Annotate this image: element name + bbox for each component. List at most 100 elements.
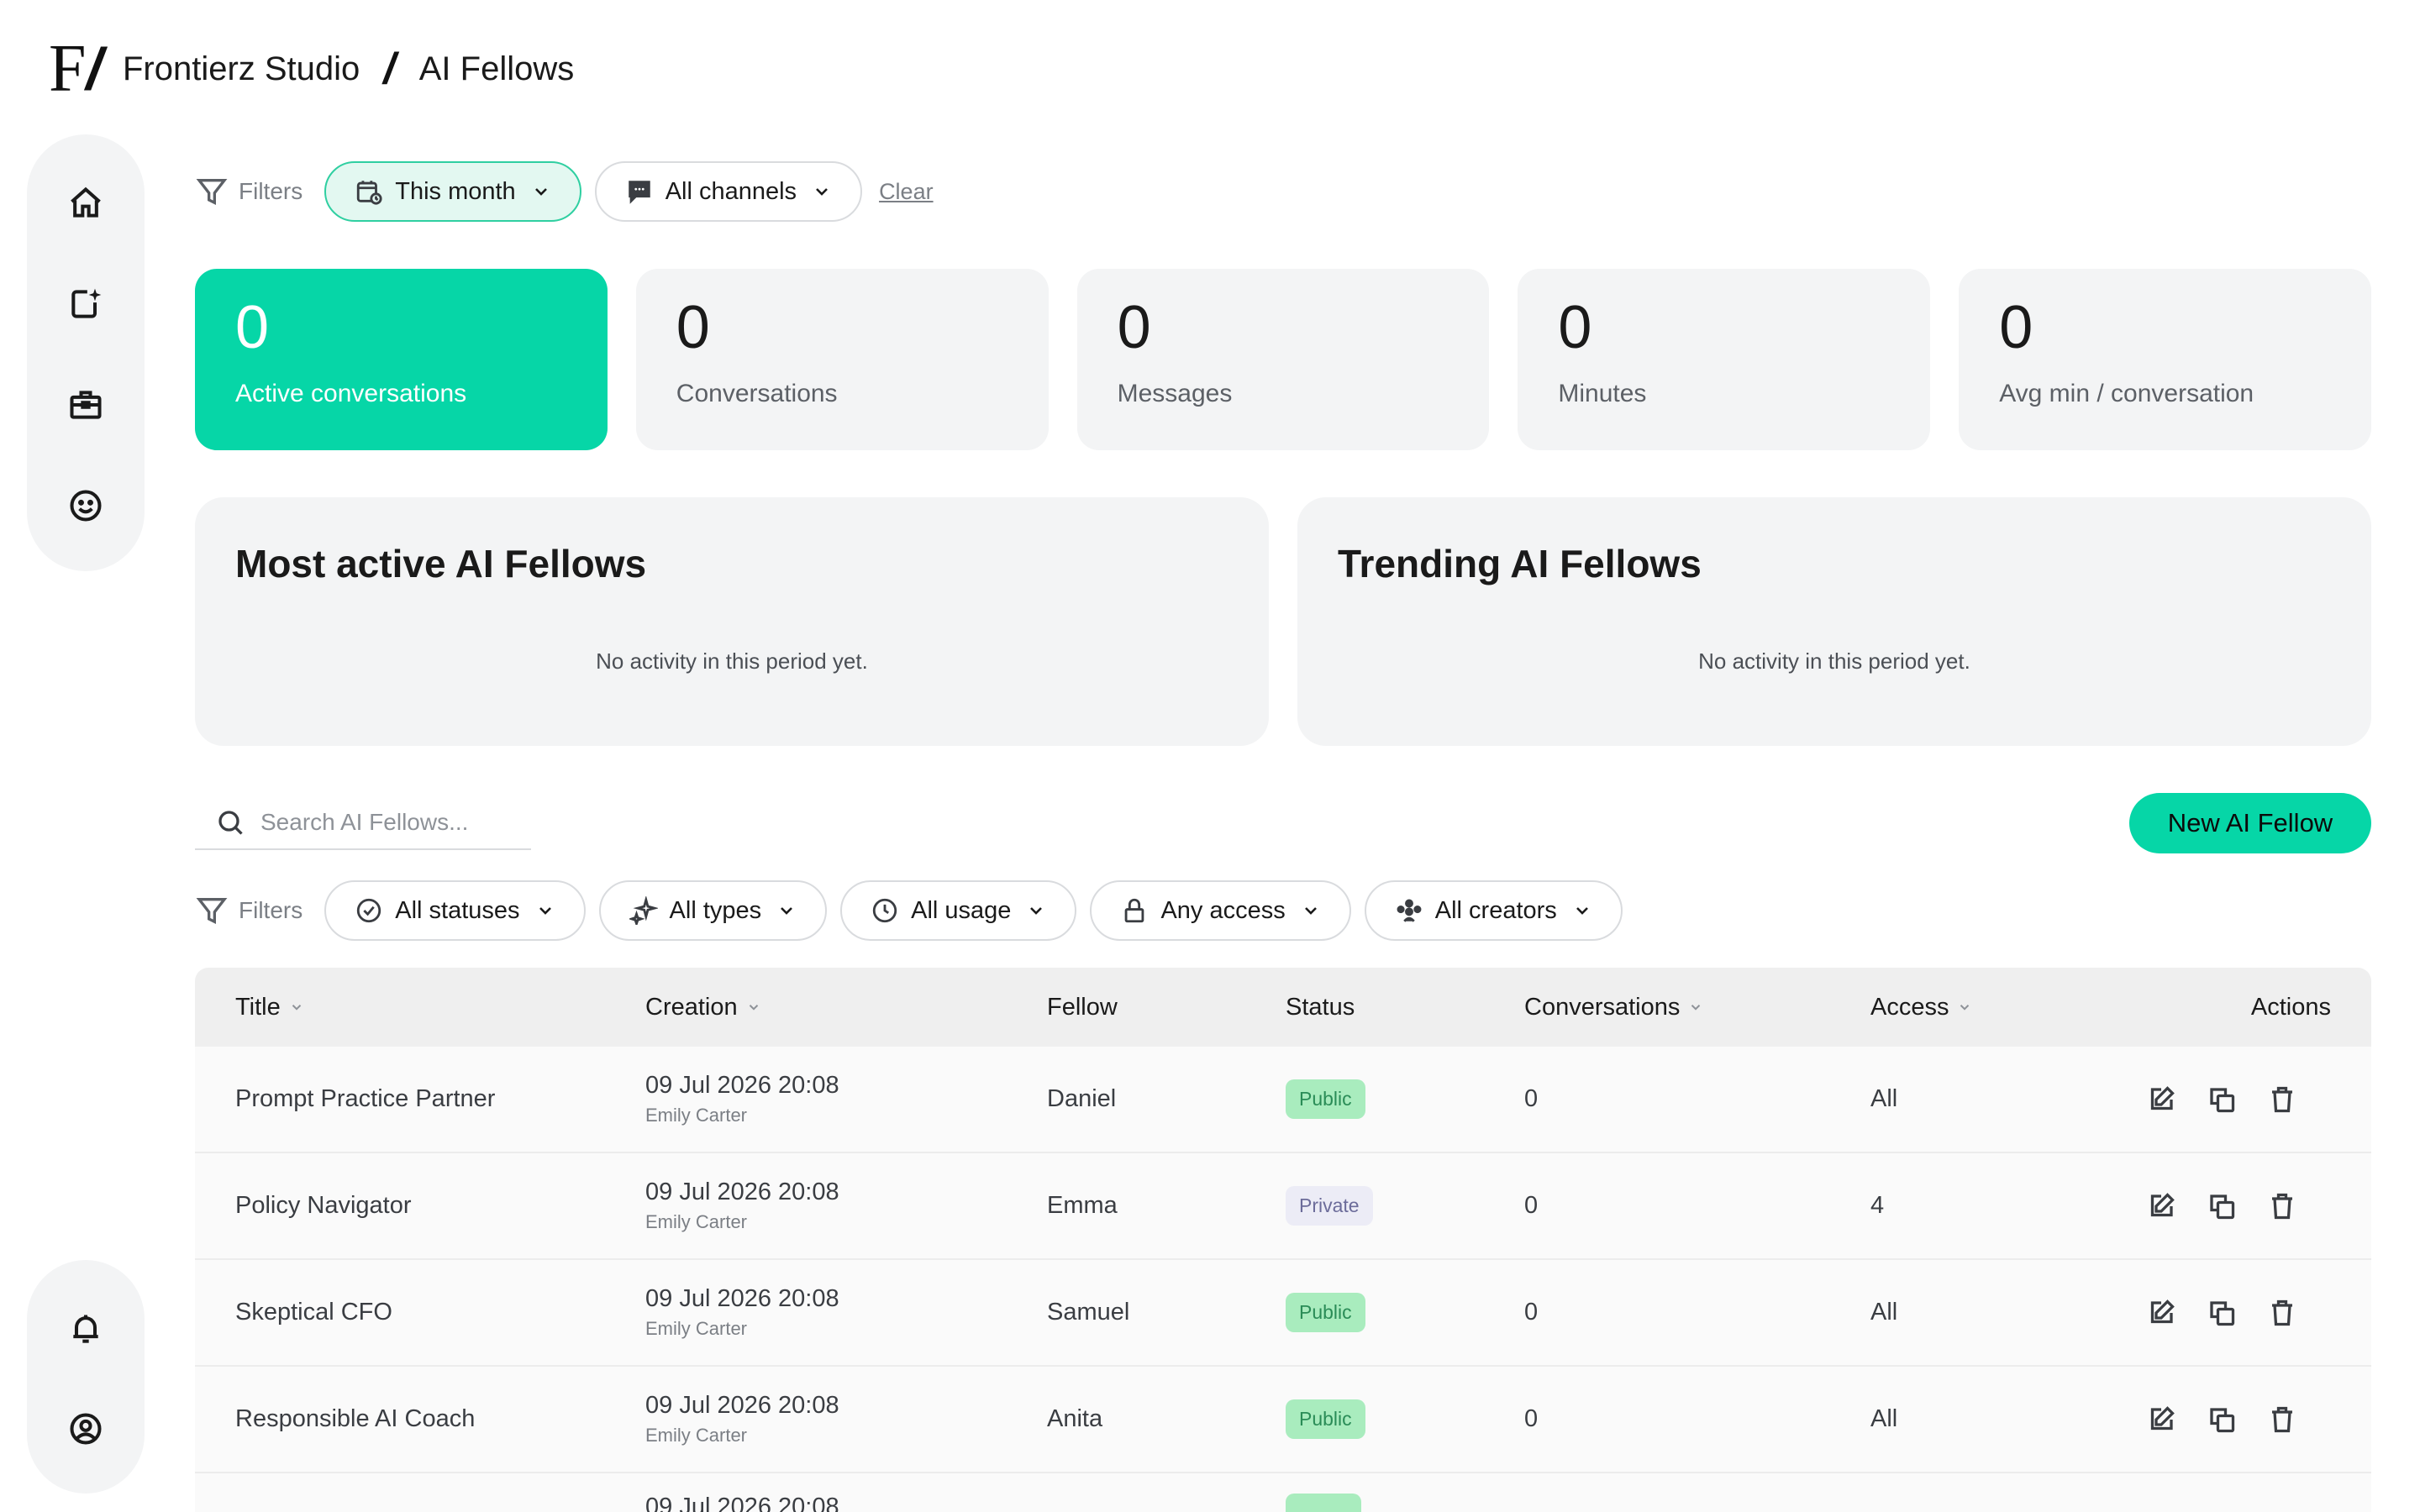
new-note-icon (71, 288, 102, 318)
row-fellow: Daniel (1047, 1085, 1117, 1112)
usage-dropdown[interactable]: All usage (840, 880, 1077, 941)
row-access: 4 (1870, 1192, 1885, 1219)
creation-date: 09 Jul 2026 20:08 (645, 1285, 839, 1312)
period-dropdown[interactable]: This month (324, 161, 581, 222)
row-access: All (1870, 1085, 1898, 1112)
row-status: Private (1286, 1186, 1524, 1226)
delete-button[interactable] (2267, 1084, 2297, 1115)
search-input[interactable] (260, 809, 504, 836)
table-filters: Filters All statuses All types All usage… (195, 880, 1636, 941)
sidebar-item-home[interactable] (50, 168, 121, 239)
smiley-icon (70, 490, 102, 522)
status-badge (1286, 1494, 1361, 1512)
trash-icon (2272, 1086, 2292, 1112)
creation-date: 09 Jul 2026 20:08 (645, 1494, 839, 1512)
sidebar-item-fellows[interactable] (50, 470, 121, 541)
creators-dropdown[interactable]: All creators (1364, 880, 1623, 941)
delete-button[interactable] (2267, 1404, 2297, 1435)
table-row[interactable]: Skeptical CFO 09 Jul 2026 20:08 Emily Ca… (195, 1260, 2371, 1367)
row-fellow: Samuel (1047, 1299, 1130, 1326)
column-conversations[interactable]: Conversations (1524, 994, 1870, 1021)
row-status (1286, 1494, 1524, 1512)
table-row[interactable]: Policy Navigator 09 Jul 2026 20:08 Emily… (195, 1153, 2371, 1260)
column-label: Actions (2250, 993, 2331, 1021)
clear-filters-link[interactable]: Clear (879, 179, 934, 205)
column-fellow: Fellow (1047, 994, 1286, 1021)
column-creation[interactable]: Creation (645, 994, 1047, 1021)
type-dropdown[interactable]: All types (598, 880, 828, 941)
stat-value: 0 (1999, 294, 2033, 361)
table-row[interactable]: 09 Jul 2026 20:08 (195, 1473, 2371, 1512)
delete-button[interactable] (2267, 1298, 2297, 1328)
calendar-clock-icon (357, 181, 382, 205)
stat-avg-min[interactable]: 0 Avg min / conversation (1959, 269, 2371, 450)
status-dropdown[interactable]: All statuses (324, 880, 586, 941)
trending-panel: Trending AI Fellows No activity in this … (1297, 497, 2371, 746)
column-access[interactable]: Access (1870, 994, 2181, 1021)
notifications-button[interactable] (50, 1294, 121, 1363)
period-filters: Filters This month All channels Clear (195, 161, 934, 222)
new-ai-fellow-button[interactable]: New AI Fellow (2129, 793, 2371, 853)
creation-date: 09 Jul 2026 20:08 (645, 1392, 839, 1419)
table-header: Title Creation Fellow Status Conversatio… (195, 968, 2371, 1047)
table-row[interactable]: Responsible AI Coach 09 Jul 2026 20:08 E… (195, 1367, 2371, 1473)
column-label: Fellow (1047, 993, 1118, 1021)
access-dropdown[interactable]: Any access (1090, 880, 1351, 941)
duplicate-button[interactable] (2207, 1298, 2237, 1328)
trash-icon (2272, 1193, 2292, 1219)
edit-icon (2150, 1192, 2175, 1216)
channels-dropdown[interactable]: All channels (594, 161, 863, 222)
row-conversations: 0 (1524, 1299, 1539, 1326)
column-label: Status (1286, 993, 1355, 1021)
edit-button[interactable] (2146, 1298, 2176, 1328)
access-value: Any access (1160, 896, 1286, 924)
row-title: Prompt Practice Partner (235, 1085, 496, 1112)
edit-button[interactable] (2146, 1404, 2176, 1435)
duplicate-button[interactable] (2207, 1404, 2237, 1435)
brand-logo[interactable]: F / (49, 32, 103, 106)
edit-icon (2150, 1085, 2175, 1110)
stat-label: Minutes (1558, 380, 1647, 407)
chevron-down-icon (1304, 907, 1317, 915)
stat-messages[interactable]: 0 Messages (1076, 269, 1490, 450)
edit-button[interactable] (2146, 1084, 2176, 1115)
stats-row: 0 Active conversations 0 Conversations 0… (195, 269, 2371, 450)
stat-active-conversations[interactable]: 0 Active conversations (195, 269, 608, 450)
sidebar-item-work[interactable] (50, 370, 121, 440)
sidebar-item-create[interactable] (50, 269, 121, 339)
logo-letter: F (49, 32, 86, 106)
logo-slash: / (86, 36, 103, 102)
copy-icon (2210, 1087, 2235, 1112)
creator-name: Emily Carter (645, 1211, 748, 1232)
sort-chevron-icon (1691, 1005, 1701, 1011)
delete-button[interactable] (2267, 1191, 2297, 1221)
table-row[interactable]: Prompt Practice Partner 09 Jul 2026 20:0… (195, 1047, 2371, 1153)
column-label: Access (1870, 993, 1949, 1021)
profile-button[interactable] (50, 1394, 121, 1463)
check-circle-icon (357, 898, 381, 923)
filters-label: Filters (195, 175, 302, 208)
creators-value: All creators (1434, 896, 1557, 924)
channels-value: All channels (665, 177, 797, 205)
home-icon (71, 186, 101, 218)
duplicate-button[interactable] (2207, 1084, 2237, 1115)
stat-minutes[interactable]: 0 Minutes (1518, 269, 1931, 450)
usage-value: All usage (911, 896, 1012, 924)
filter-icon (196, 898, 228, 925)
row-title: Skeptical CFO (235, 1299, 392, 1326)
row-title: Policy Navigator (235, 1192, 412, 1219)
duplicate-button[interactable] (2207, 1191, 2237, 1221)
trash-icon (2272, 1406, 2292, 1432)
row-fellow: Emma (1047, 1192, 1118, 1219)
stat-conversations[interactable]: 0 Conversations (635, 269, 1049, 450)
sidebar-main (27, 134, 145, 571)
edit-button[interactable] (2146, 1191, 2176, 1221)
stat-value: 0 (676, 294, 710, 361)
breadcrumb-org[interactable]: Frontierz Studio (123, 50, 360, 88)
stat-label: Conversations (676, 380, 838, 407)
page-title: AI Fellows (418, 50, 575, 87)
column-title[interactable]: Title (195, 994, 645, 1021)
filters-label-text: Filters (239, 897, 303, 923)
creator-name: Emily Carter (645, 1105, 748, 1126)
row-access: All (1870, 1299, 1898, 1326)
